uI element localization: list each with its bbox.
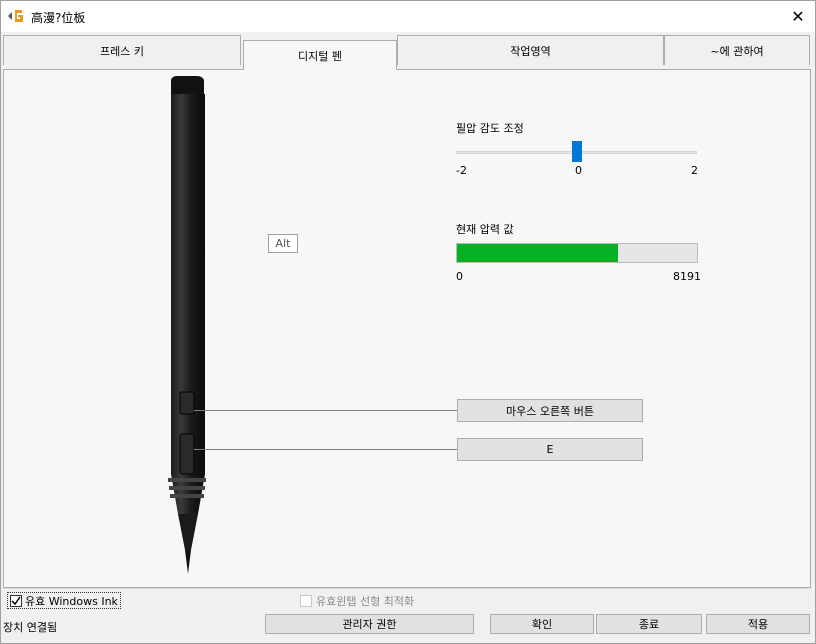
linear-optimization-checkbox[interactable] [300, 595, 312, 607]
apply-button-label: 적용 [747, 618, 769, 631]
apply-button[interactable]: 적용 [706, 614, 810, 634]
pressure-value-min: 0 [456, 270, 463, 283]
tab-work-area[interactable]: 작업영역 [397, 35, 664, 65]
upper-pen-button[interactable]: 마우스 오른쪽 버튼 [457, 399, 643, 422]
tab-about[interactable]: ~에 관하여 [664, 35, 810, 65]
current-pressure-label: 현재 압력 값 [456, 223, 514, 236]
pressure-mid-label: 0 [575, 164, 582, 177]
close-icon: ✕ [791, 6, 805, 26]
digital-pen-image [168, 76, 206, 574]
windows-ink-label: 유효 Windows Ink [25, 594, 118, 608]
windows-ink-checkbox[interactable] [10, 594, 22, 607]
tab-label: ~에 관하여 [710, 44, 764, 58]
pressure-min-label: -2 [456, 164, 467, 177]
pressure-value-max: 8191 [673, 270, 701, 283]
tab-press-keys[interactable]: 프레스 키 [3, 35, 241, 65]
checkmark-icon [11, 596, 21, 605]
pressure-progress-bar [456, 243, 698, 263]
lower-button-leader [194, 449, 457, 450]
window-title: 高漫?位板 [31, 11, 86, 25]
tab-label: 디지털 펜 [298, 49, 342, 63]
pressure-adjust-label: 필압 감도 조정 [456, 122, 524, 135]
linear-optimization-label: 유효윈탭 선형 최적화 [316, 595, 415, 608]
lower-pen-button-label: E [546, 443, 554, 456]
pressure-slider-thumb[interactable] [572, 141, 582, 162]
tab-digital-pen[interactable]: 디지털 펜 [243, 40, 397, 70]
exit-button[interactable]: 종료 [596, 614, 702, 634]
tab-panel [3, 69, 811, 588]
windows-ink-option[interactable]: 유효 Windows Ink [7, 592, 121, 609]
pressure-progress-fill [457, 244, 618, 262]
tab-label: 프레스 키 [100, 44, 144, 58]
admin-button-label: 관리자 권한 [342, 618, 397, 631]
lower-pen-button[interactable]: E [457, 438, 643, 461]
pen-tip-label: Alt [268, 234, 298, 253]
linear-optimization-option[interactable]: 유효윈탭 선형 최적화 [300, 593, 414, 609]
device-status: 장치 연결됨 [3, 621, 58, 634]
admin-button[interactable]: 관리자 권한 [265, 614, 474, 634]
close-button[interactable]: ✕ [782, 1, 814, 31]
pressure-max-label: 2 [691, 164, 698, 177]
ok-button-label: 확인 [531, 618, 553, 631]
upper-button-leader [194, 410, 457, 411]
upper-pen-button-label: 마우스 오른쪽 버튼 [506, 404, 594, 418]
tab-label: 작업영역 [510, 44, 551, 58]
exit-button-label: 종료 [638, 618, 660, 631]
title-bar [1, 1, 815, 32]
ok-button[interactable]: 확인 [490, 614, 594, 634]
app-logo-icon [8, 10, 23, 22]
